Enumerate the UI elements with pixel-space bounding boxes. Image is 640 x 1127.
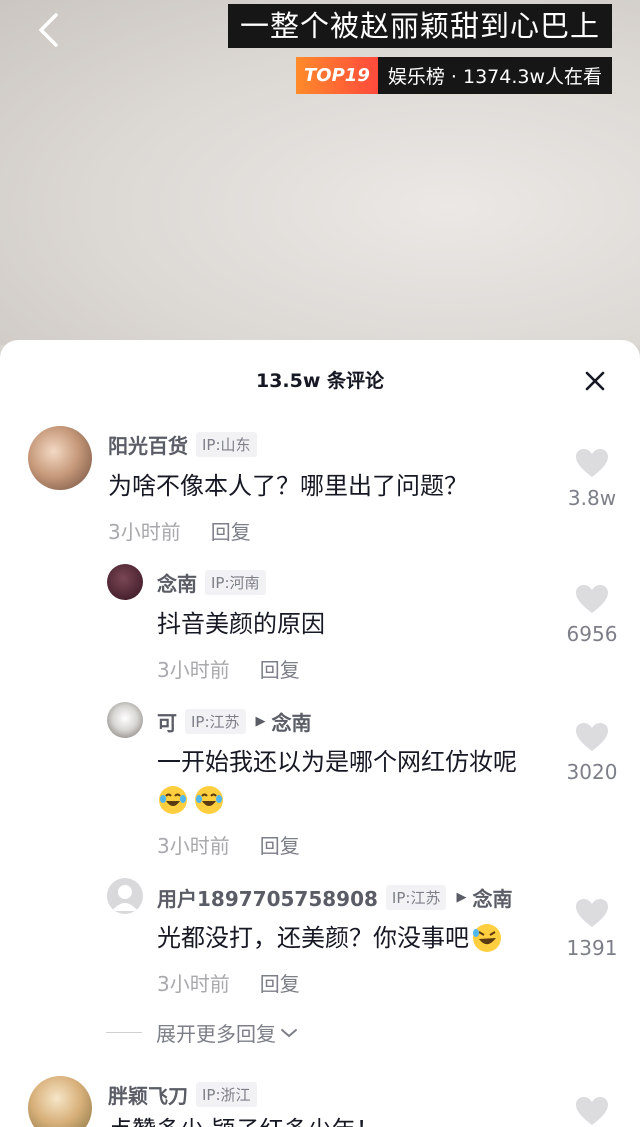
comment-text[interactable]: 为啥不像本人了？哪里出了问题？ (108, 468, 468, 504)
like-count: 1391 (566, 936, 618, 960)
like-button[interactable]: 3020 (562, 722, 622, 784)
rofl-emoji-icon (473, 924, 501, 952)
reply-arrow-icon: ▶ (255, 714, 266, 729)
comment-text[interactable]: 光都没打，还美颜？你没事吧 (157, 920, 469, 956)
hot-rank-bar[interactable]: TOP19 娱乐榜 · 1374.3w人在看 (296, 57, 612, 94)
comment-username[interactable]: 胖颖飞刀 (108, 1080, 188, 1109)
ip-location-tag: IP:江苏 (385, 885, 447, 910)
like-button[interactable]: 1391 (562, 898, 622, 960)
comment-text[interactable]: 点赞多少 颖子红多少年！ (108, 1112, 380, 1127)
video-background[interactable] (0, 0, 640, 345)
chevron-down-icon (281, 1028, 297, 1037)
back-button[interactable] (28, 10, 68, 50)
heart-icon (576, 585, 608, 613)
close-icon[interactable] (584, 370, 606, 392)
comment-text[interactable]: 抖音美颜的原因 (157, 606, 325, 642)
reply-button[interactable]: 回复 (211, 516, 251, 545)
comments-sheet: 13.5w 条评论 阳光百货 IP:山东 为啥不像本人了？哪里出了问题？ 3小时… (0, 340, 640, 1127)
comment-username[interactable]: 阳光百货 (108, 430, 188, 459)
like-button[interactable]: 3.8w (562, 448, 622, 510)
avatar[interactable] (107, 564, 143, 600)
comment-text[interactable]: 一开始我还以为是哪个网红仿妆呢 (157, 744, 517, 780)
like-button[interactable]: 6956 (562, 584, 622, 646)
like-count: 6956 (566, 622, 618, 646)
rank-info: 娱乐榜 · 1374.3w人在看 (387, 66, 602, 88)
ip-location-tag: IP:河南 (205, 570, 266, 595)
avatar[interactable] (28, 426, 92, 490)
video-title[interactable]: 一整个被赵丽颖甜到心巴上 (227, 4, 612, 48)
comment-time: 3小时前 (108, 520, 181, 544)
laugh-cry-emoji-icon (159, 786, 187, 814)
reply-button[interactable]: 回复 (260, 968, 300, 997)
rank-badge: TOP19 (296, 57, 378, 94)
heart-icon (576, 899, 608, 927)
chevron-left-icon (39, 13, 58, 47)
laugh-cry-emoji-icon (195, 786, 223, 814)
avatar[interactable] (107, 702, 143, 738)
ip-location-tag: IP:江苏 (185, 709, 246, 734)
avatar[interactable] (28, 1076, 92, 1127)
heart-icon (576, 449, 608, 477)
comment-time: 3小时前 (157, 834, 230, 858)
comment-time: 3小时前 (157, 972, 230, 996)
heart-icon (576, 723, 608, 751)
expand-replies-label: 展开更多回复 (156, 1022, 276, 1046)
like-button[interactable] (562, 1096, 622, 1126)
comment-username[interactable]: 可 (157, 707, 177, 736)
comment-count-title: 13.5w 条评论 (255, 370, 385, 392)
reply-arrow-icon: ▶ (456, 890, 467, 905)
reply-to-username[interactable]: 念南 (472, 883, 512, 912)
comment-username[interactable]: 用户1897705758908 (157, 883, 378, 912)
heart-icon (576, 1097, 608, 1125)
like-count: 3020 (566, 760, 618, 784)
comment-time: 3小时前 (157, 658, 230, 682)
reply-button[interactable]: 回复 (260, 830, 300, 859)
avatar[interactable] (107, 878, 143, 914)
divider (106, 1032, 142, 1033)
comments-header: 13.5w 条评论 (0, 340, 640, 414)
ip-location-tag: IP:山东 (196, 432, 257, 457)
comment-username[interactable]: 念南 (157, 568, 197, 597)
ip-location-tag: IP:浙江 (196, 1082, 257, 1107)
reply-button[interactable]: 回复 (260, 654, 300, 683)
default-user-icon (112, 885, 138, 911)
like-count: 3.8w (567, 486, 617, 510)
expand-replies-button[interactable]: 展开更多回复 (106, 1018, 298, 1047)
reply-to-username[interactable]: 念南 (272, 707, 312, 736)
